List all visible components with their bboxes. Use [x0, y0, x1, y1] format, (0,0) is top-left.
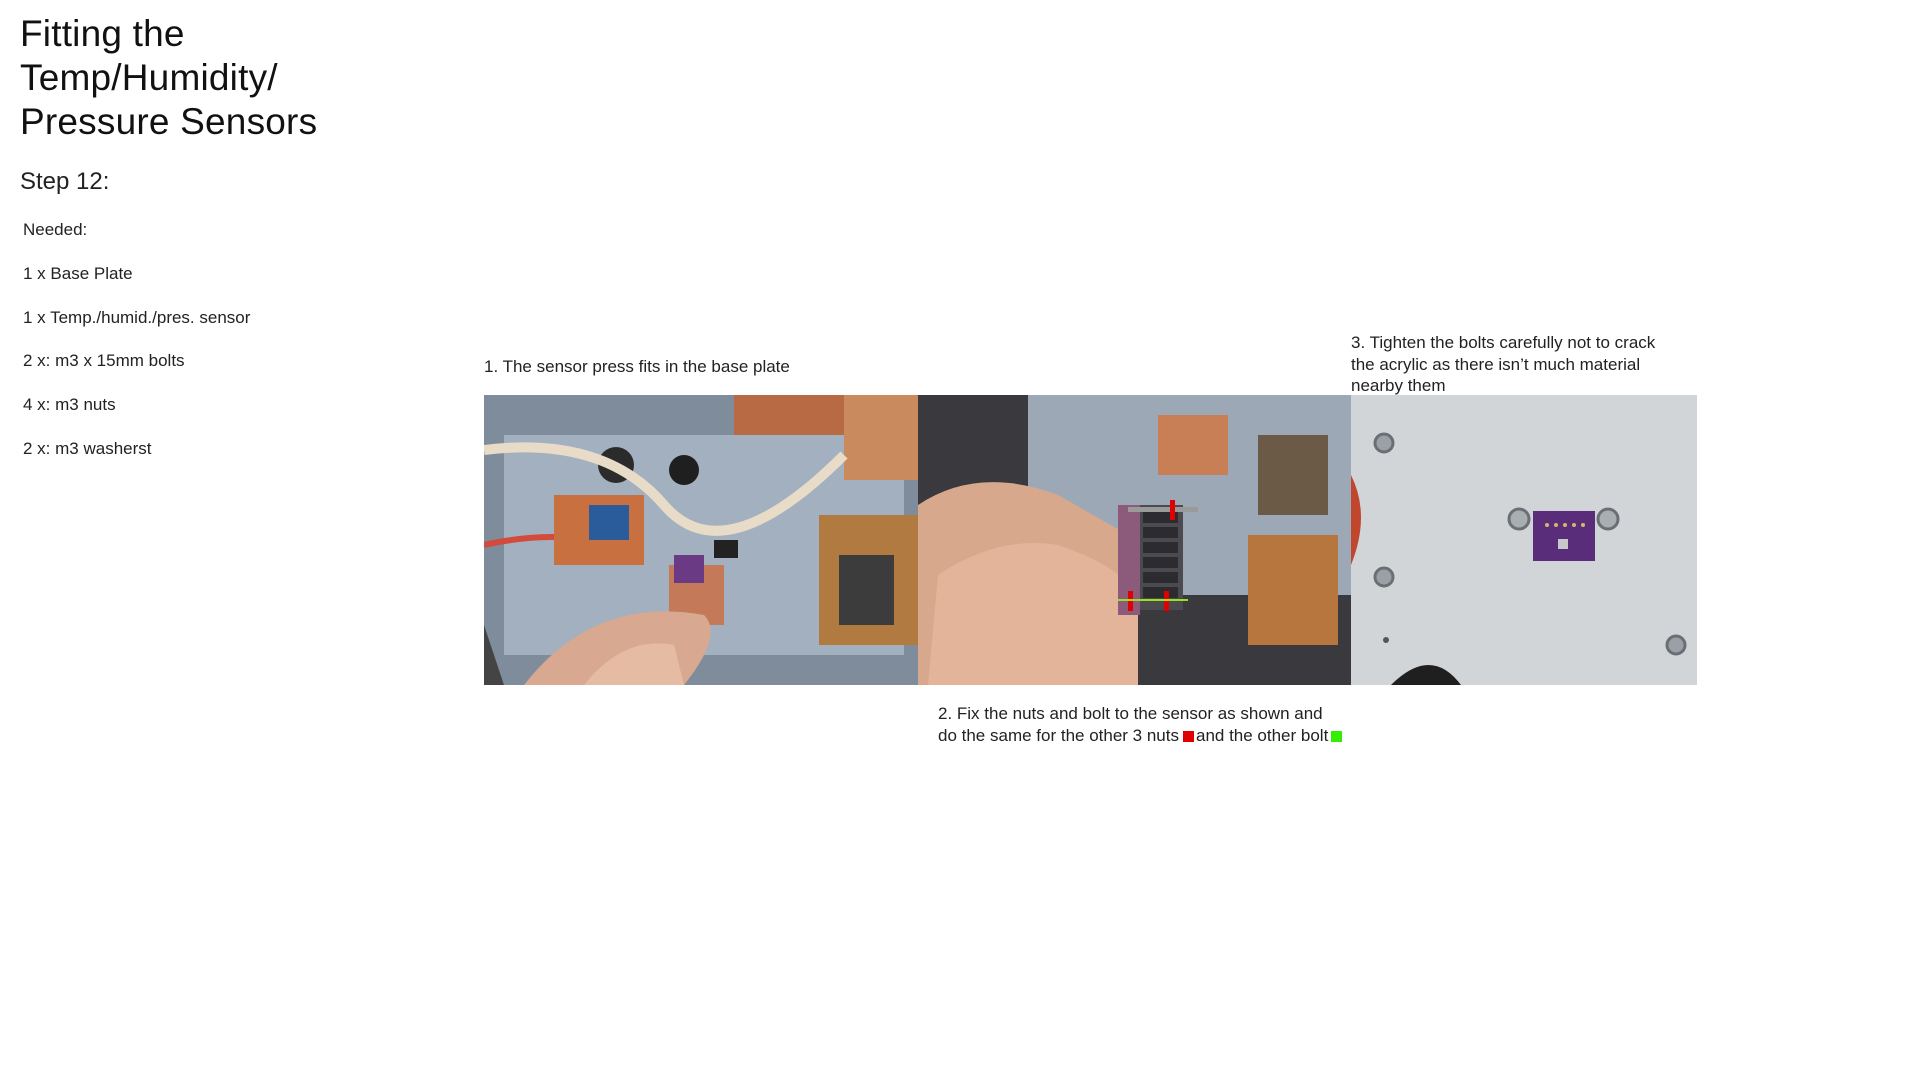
step-number: Step 12: [20, 168, 110, 195]
title-line-3: Pressure Sensors [20, 101, 318, 142]
caption-step-2-text: do the same for the other 3 nuts [938, 725, 1179, 745]
needed-item: 2 x: m3 washerst [23, 439, 152, 458]
caption-step-3-line: the acrylic as there isn’t much material [1351, 354, 1641, 374]
needed-item: 4 x: m3 nuts [23, 395, 116, 414]
photo-step-3 [1351, 395, 1697, 685]
caption-step-3: 3. Tighten the bolts carefully not to cr… [1351, 332, 1701, 397]
title-line-1: Fitting the [20, 13, 185, 54]
photo-step-1-image [484, 395, 918, 685]
needed-item: 1 x Base Plate [23, 264, 133, 283]
photo-step-2 [918, 395, 1351, 685]
photo-step-1 [484, 395, 918, 685]
needed-item: 1 x Temp./humid./pres. sensor [23, 308, 251, 327]
caption-step-2: 2. Fix the nuts and bolt to the sensor a… [938, 703, 1378, 746]
needed-heading: Needed: [23, 220, 88, 239]
caption-step-3-line: nearby them [1351, 376, 1446, 395]
caption-step-1: 1. The sensor press fits in the base pla… [484, 357, 790, 376]
page-title: Fitting the Temp/Humidity/ Pressure Sens… [20, 12, 380, 144]
photo-step-3-image [1351, 395, 1697, 685]
photo-step-2-image [918, 395, 1351, 685]
title-line-2: Temp/Humidity/ [20, 57, 278, 98]
needed-item: 2 x: m3 x 15mm bolts [23, 351, 185, 370]
bolt-marker-swatch [1331, 730, 1343, 742]
caption-step-2-text: and the other bolt [1195, 725, 1329, 745]
caption-step-2-line: do the same for the other 3 nuts and the … [938, 725, 1378, 747]
caption-step-2-line: 2. Fix the nuts and bolt to the sensor a… [938, 704, 1323, 723]
caption-step-3-line: 3. Tighten the bolts carefully not to cr… [1351, 333, 1656, 352]
nut-marker-swatch [1182, 730, 1194, 742]
